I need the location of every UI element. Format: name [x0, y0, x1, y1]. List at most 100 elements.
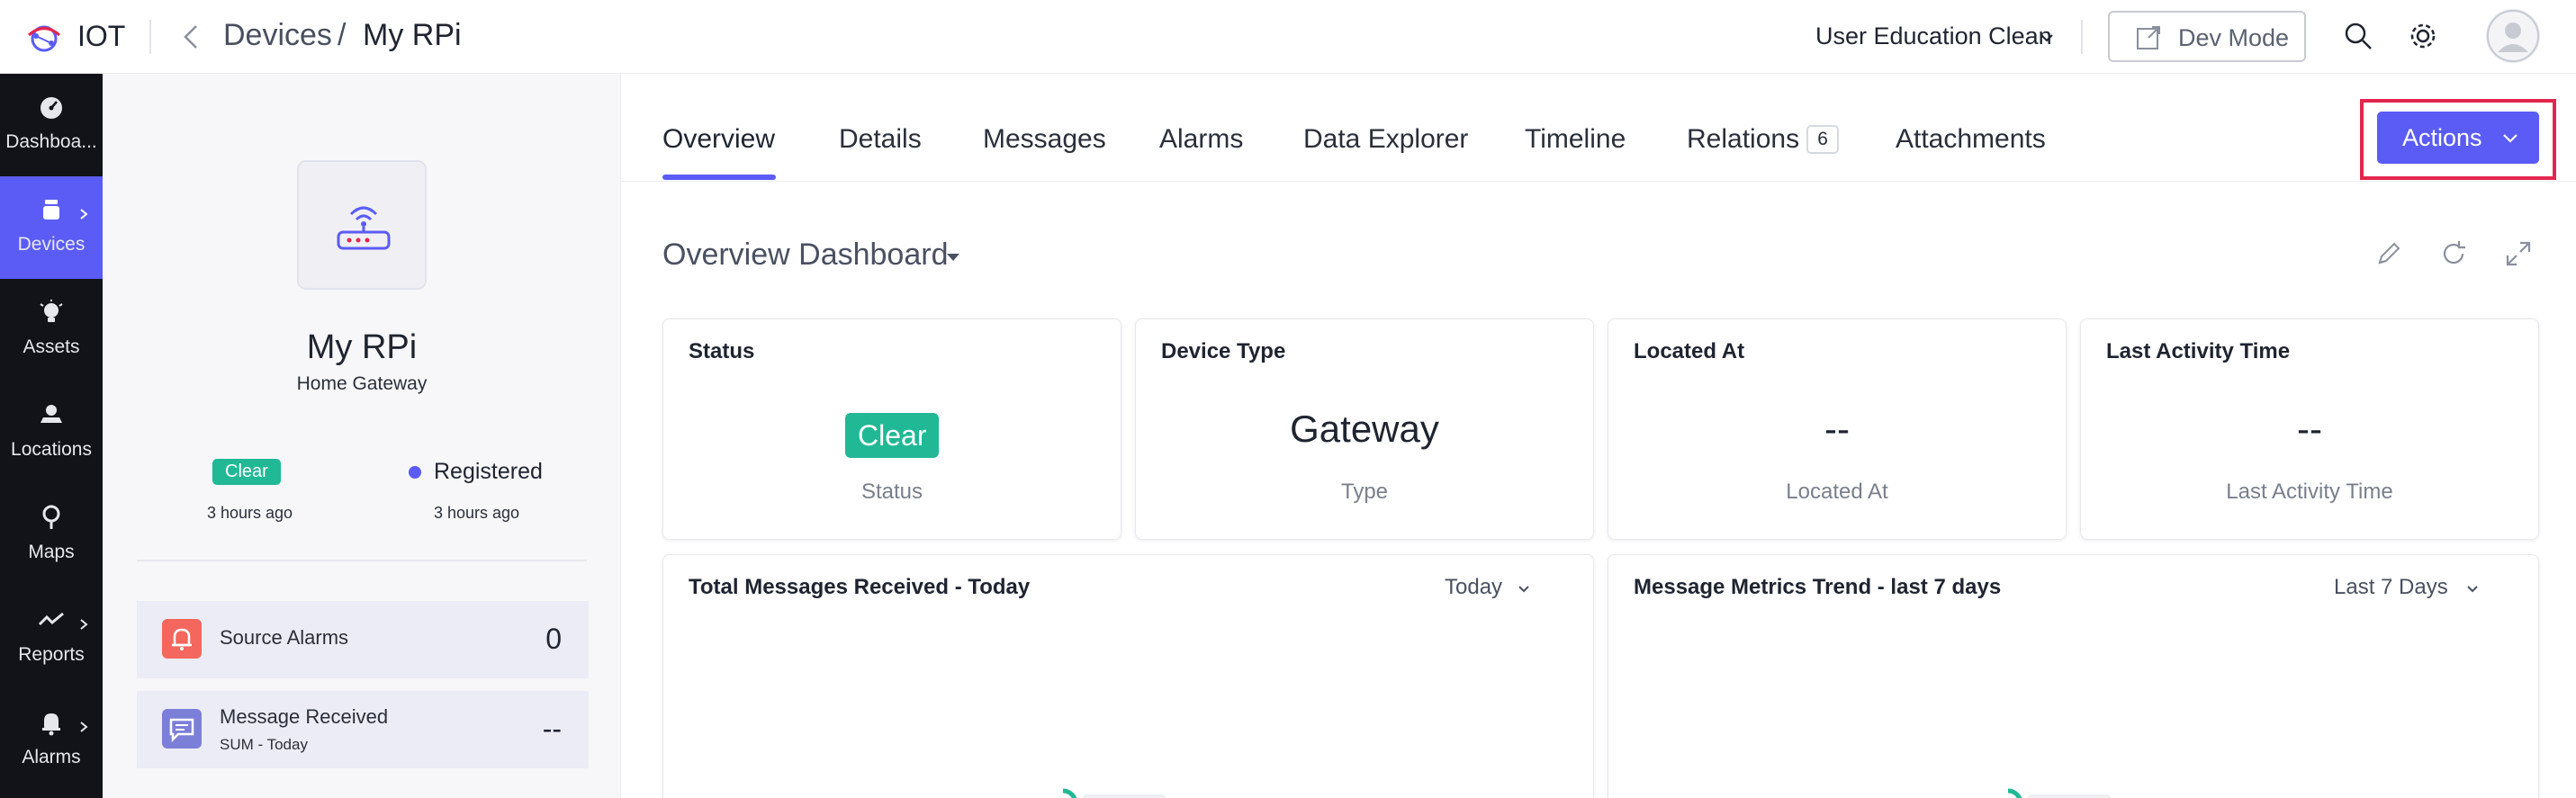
stat-title: Message Received [220, 705, 389, 728]
tab-details[interactable]: Details [839, 124, 922, 155]
device-type-card: Device Type Gateway Type [1135, 318, 1594, 540]
nav-label: Alarms [22, 747, 81, 767]
nav-maps[interactable]: Maps [0, 484, 103, 587]
tab-timeline[interactable]: Timeline [1525, 124, 1626, 155]
card-value: -- [2297, 408, 2322, 450]
card-title: Located At [1634, 339, 1745, 363]
dashboard-title[interactable]: Overview Dashboard [662, 238, 948, 273]
header-divider [149, 20, 151, 54]
nav-label: Devices [17, 234, 86, 255]
dev-mode-button[interactable]: Dev Mode [2108, 11, 2306, 62]
nav-reports[interactable]: Reports [0, 587, 103, 689]
device-name: My RPi [306, 328, 418, 366]
search-icon[interactable] [2342, 20, 2374, 52]
header-divider [2081, 20, 2083, 54]
registered-dot-icon [409, 466, 421, 479]
divider [137, 560, 587, 561]
card-title: Last Activity Time [2106, 339, 2291, 363]
bell-icon [42, 713, 60, 736]
chevron-right-icon [80, 722, 88, 732]
card-title: Status [689, 339, 755, 363]
status-badge: Clear [212, 459, 281, 485]
widget-title: Message Metrics Trend - last 7 days [1634, 575, 2002, 599]
stat-title: Source Alarms [220, 626, 349, 649]
card-value: -- [1824, 408, 1850, 450]
chevron-down-icon [2503, 134, 2517, 143]
chevron-right-icon [80, 619, 88, 630]
status-time: 3 hours ago [207, 504, 293, 522]
gear-icon[interactable] [2407, 20, 2439, 52]
nav-dashboards[interactable]: Dashboa... [0, 74, 103, 176]
nav-devices[interactable]: Devices [0, 176, 103, 279]
bell-icon [162, 619, 202, 659]
left-nav: Dashboa... Devices Assets Locations Maps [0, 74, 103, 798]
tab-data-explorer[interactable]: Data Explorer [1303, 124, 1468, 155]
device-summary-panel: My RPi Home Gateway Clear 3 hours ago Re… [103, 74, 621, 798]
tab-overview[interactable]: Overview [662, 124, 775, 155]
chevron-right-icon [80, 209, 88, 220]
iot-logo-icon [28, 25, 60, 52]
router-icon [337, 206, 391, 250]
stat-value: 0 [545, 623, 562, 655]
top-bar: IOT Devices / My RPi User Education Clea… [0, 0, 2576, 74]
loading-spinner-icon [2007, 788, 2111, 798]
actions-button[interactable]: Actions [2377, 112, 2539, 164]
tab-relations-label: Relations [1687, 124, 1800, 154]
tab-attachments[interactable]: Attachments [1896, 124, 2046, 155]
range-selector[interactable]: Today [1445, 575, 1502, 600]
nav-label: Dashboa... [5, 131, 97, 152]
message-metrics-widget: Message Metrics Trend - last 7 days Last… [1608, 554, 2539, 798]
status-value-badge: Clear [845, 413, 940, 458]
dev-mode-label: Dev Mode [2178, 24, 2290, 51]
breadcrumb-separator: / [338, 18, 347, 52]
caret-down-icon[interactable] [945, 252, 961, 263]
message-received-card[interactable]: Message Received SUM - Today -- [137, 691, 589, 768]
nav-locations[interactable]: Locations [0, 381, 103, 484]
source-alarms-card[interactable]: Source Alarms 0 [137, 601, 589, 678]
registration-status: Registered [434, 459, 543, 484]
back-icon[interactable] [176, 22, 205, 52]
device-icon [43, 200, 59, 220]
card-label: Last Activity Time [2226, 480, 2393, 504]
nav-label: Reports [18, 644, 85, 665]
nav-label: Maps [28, 542, 75, 562]
chevron-down-icon[interactable] [2038, 29, 2056, 47]
edit-icon[interactable] [2373, 238, 2405, 270]
org-selector[interactable]: User Education Clean [1815, 22, 2052, 50]
relations-count-badge: 6 [1806, 125, 1840, 154]
card-label: Status [860, 480, 923, 504]
registration-time: 3 hours ago [434, 504, 520, 522]
card-title: Device Type [1161, 339, 1286, 363]
refresh-icon[interactable] [2437, 238, 2470, 270]
last-activity-card: Last Activity Time -- Last Activity Time [2080, 318, 2539, 540]
chevron-down-icon[interactable] [1517, 582, 1531, 596]
breadcrumb-devices[interactable]: Devices [223, 18, 332, 53]
fullscreen-icon[interactable] [2502, 238, 2535, 270]
stat-value: -- [542, 713, 562, 745]
external-link-icon [2137, 26, 2160, 49]
chevron-down-icon[interactable] [2465, 582, 2480, 596]
tab-alarms[interactable]: Alarms [1159, 124, 1243, 155]
app-name: IOT [77, 20, 126, 52]
device-type: Home Gateway [296, 373, 428, 394]
range-selector[interactable]: Last 7 Days [2334, 575, 2448, 600]
nav-alarms[interactable]: Alarms [0, 689, 103, 792]
loading-spinner-icon [1062, 788, 1166, 798]
tab-relations[interactable]: Relations 6 [1687, 124, 1840, 155]
widget-title: Total Messages Received - Today [689, 575, 1031, 599]
nav-assets[interactable]: Assets [0, 279, 103, 381]
tab-messages[interactable]: Messages [983, 124, 1106, 155]
device-avatar [297, 160, 427, 290]
located-at-card: Located At -- Located At [1608, 318, 2067, 540]
nav-label: Assets [23, 336, 80, 357]
message-icon [162, 709, 202, 749]
status-card: Status Clear Status [662, 318, 1121, 540]
card-value: Gateway [1290, 408, 1439, 450]
map-pin-icon [42, 505, 60, 529]
trend-icon [38, 612, 64, 626]
active-tab-indicator [662, 175, 776, 180]
card-label: Type [1340, 480, 1389, 504]
card-label: Located At [1786, 480, 1888, 504]
stat-subtitle: SUM - Today [220, 736, 308, 753]
avatar[interactable] [2486, 9, 2540, 63]
